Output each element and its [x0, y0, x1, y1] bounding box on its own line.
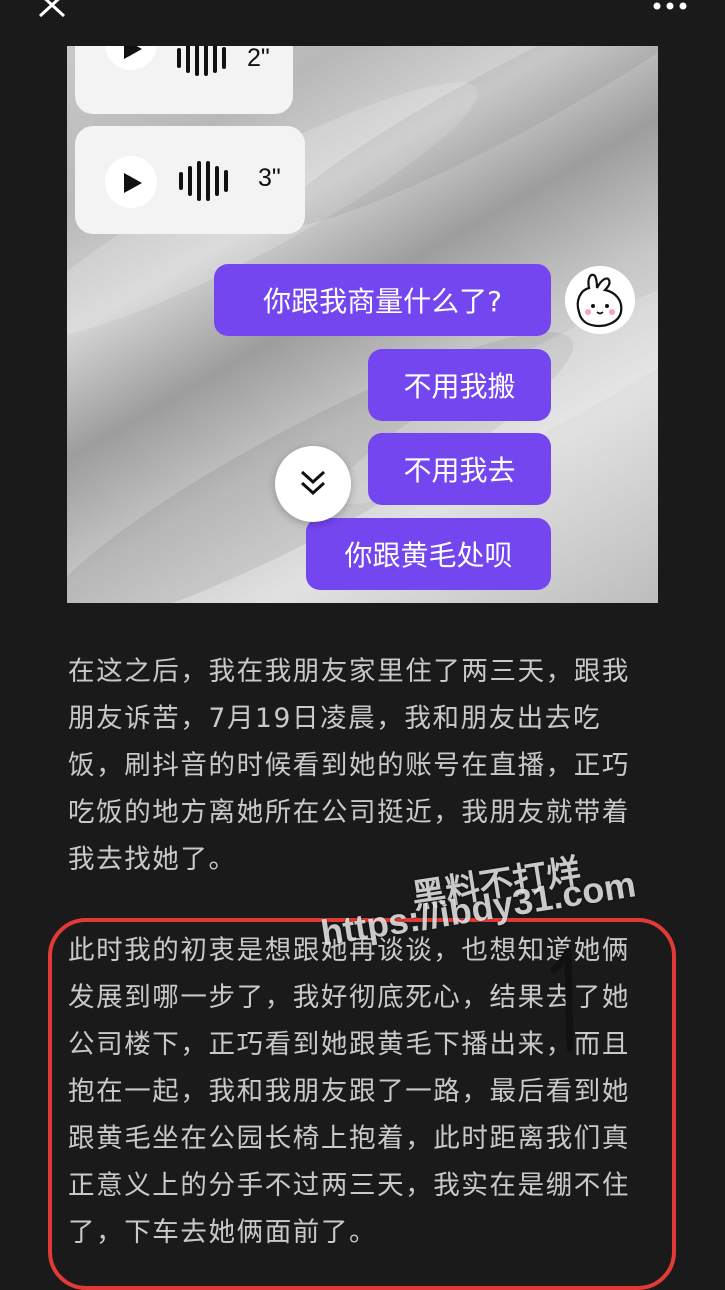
text-line: 在这之后，我在我朋友家里住了两三天，跟我 — [68, 656, 630, 687]
close-icon — [38, 0, 66, 18]
play-icon — [124, 173, 142, 193]
chat-message: 不用我搬 — [368, 349, 551, 421]
voice-duration: 2" — [247, 46, 270, 72]
double-chevron-down-icon — [300, 470, 326, 496]
more-icon — [653, 2, 687, 10]
play-icon — [124, 46, 142, 59]
voice-message[interactable]: 3" — [75, 126, 305, 234]
play-button[interactable] — [105, 156, 157, 208]
handwritten-mark-icon — [550, 948, 574, 1052]
text-line: 吃饭的地方离她所在公司挺近，我朋友就带着 — [68, 797, 630, 828]
play-button[interactable] — [105, 46, 157, 70]
chat-message: 你跟黄毛处呗 — [306, 518, 551, 590]
voice-message[interactable]: 2" — [75, 46, 293, 114]
text-line: 饭，刷抖音的时候看到她的账号在直播，正巧 — [68, 750, 630, 781]
waveform-icon — [177, 46, 226, 78]
chat-message: 你跟我商量什么了? — [214, 264, 551, 336]
rabbit-avatar-icon — [576, 273, 623, 328]
chat-screenshot-image: 2" 3" 你跟我商量什么了? 不用我搬 不用我去 你跟黄毛处呗 — [67, 46, 658, 603]
chat-message: 不用我去 — [368, 433, 551, 505]
voice-duration: 3" — [258, 164, 281, 192]
article-paragraph: 在这之后，我在我朋友家里住了两三天，跟我 朋友诉苦，7月19日凌晨，我和朋友出去… — [68, 648, 668, 883]
close-button[interactable] — [34, 0, 74, 24]
avatar[interactable] — [565, 266, 635, 334]
more-button[interactable] — [652, 0, 692, 14]
scroll-down-button[interactable] — [275, 446, 351, 522]
waveform-icon — [179, 160, 228, 202]
text-line: 朋友诉苦，7月19日凌晨，我和朋友出去吃 — [68, 703, 602, 734]
top-bar — [0, 0, 725, 44]
